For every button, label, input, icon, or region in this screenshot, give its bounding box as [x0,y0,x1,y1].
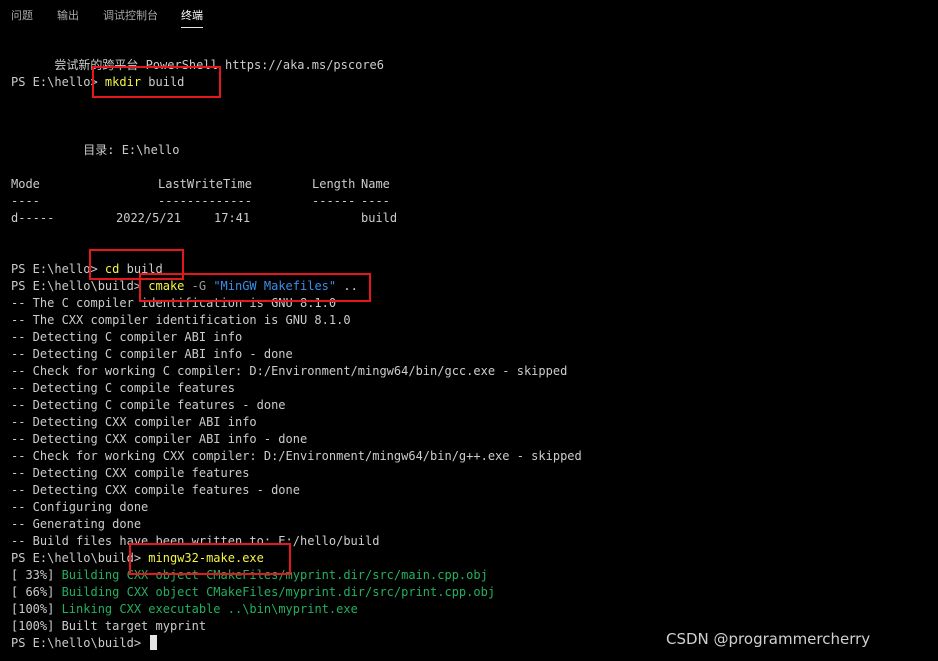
table-cell-mode: ---- [11,194,40,208]
output-line: -- Generating done [11,517,142,531]
table-cell-name: build [361,211,398,225]
table-cell-date: 2022/5/21 [116,211,182,225]
prompt: PS E:\hello\build> [11,279,149,293]
output-line: -- Detecting CXX compile features [11,466,250,480]
prompt: PS E:\hello> [11,262,105,276]
build-message: Building CXX object CMakeFiles/myprint.d… [61,585,496,599]
panel-tab-bar: 问题 输出 调试控制台 终端 [0,0,938,32]
table-separator-row: ---- ------------- ------ ---- [11,193,431,210]
command-name: cd [104,262,120,276]
build-percent: [ 33%] [11,568,62,582]
build-percent: [100%] [11,619,62,633]
output-line: -- Detecting C compile features - done [11,398,286,412]
tab-terminal[interactable]: 终端 [181,9,203,28]
command-arg: build [119,262,163,276]
table-cell-len: ------ [312,194,356,208]
prompt: PS E:\hello\build> [11,551,149,565]
table-cell-lwt: ------------- [158,194,252,208]
tab-debug-console[interactable]: 调试控制台 [103,9,158,23]
output-line: -- Detecting CXX compiler ABI info - don… [11,432,308,446]
tab-problems[interactable]: 问题 [11,9,33,23]
table-row: d----- 2022/5/21 17:41 build [11,210,431,227]
command-arg: .. [336,279,358,293]
table-cell-time: 17:41 [214,211,251,225]
mkdir-command-line: PS E:\hello> mkdir build [11,74,184,91]
output-line: -- Check for working C compiler: D:/Envi… [11,364,568,378]
text-cursor [150,635,158,650]
output-line: -- Build files have been written to: E:/… [11,534,380,548]
build-message: Building CXX object CMakeFiles/myprint.d… [61,568,488,582]
output-line: -- Detecting C compiler ABI info [11,330,243,344]
output-line: -- Detecting CXX compile features - done [11,483,300,497]
table-cell-mode: Mode [11,177,40,191]
table-cell-name: ---- [361,194,390,208]
terminal-output[interactable]: 尝试新的跨平台 PowerShell https://aka.ms/pscore… [0,36,938,661]
prompt: PS E:\hello> [11,75,105,89]
table-cell-len: Length [312,177,356,191]
output-line: -- Detecting C compiler ABI info - done [11,347,293,361]
build-line: [ 66%] Building CXX object CMakeFiles/my… [11,584,495,601]
build-percent: [100%] [11,602,62,616]
make-command-line: PS E:\hello\build> mingw32-make.exe [11,550,264,567]
table-cell-name: Name [361,177,390,191]
build-line: [ 33%] Building CXX object CMakeFiles/my… [11,567,488,584]
final-prompt-line: PS E:\hello\build> [11,635,158,652]
directory-label: 目录: E:\hello [54,143,180,157]
command-name: mkdir [104,75,142,89]
command-arg: build [141,75,185,89]
cd-command-line: PS E:\hello> cd build [11,261,163,278]
banner-text: 尝试新的跨平台 PowerShell https://aka.ms/pscore… [54,58,384,72]
watermark: CSDN @programmercherry [666,630,871,648]
table-cell-mode: d----- [11,211,55,225]
command-flag: -G [184,279,214,293]
output-line: -- The CXX compiler identification is GN… [11,313,351,327]
build-line: [100%] Linking CXX executable ..\bin\myp… [11,601,358,618]
build-message: Linking CXX executable ..\bin\myprint.ex… [61,602,358,616]
table-cell-lwt: LastWriteTime [158,177,252,191]
prompt: PS E:\hello\build> [11,636,149,650]
command-name: mingw32-make.exe [148,551,264,565]
output-line: -- Detecting C compile features [11,381,235,395]
build-line: [100%] Built target myprint [11,618,206,635]
vscode-terminal-panel: 问题 输出 调试控制台 终端 尝试新的跨平台 PowerShell https:… [0,0,938,661]
output-line: -- Detecting CXX compiler ABI info [11,415,257,429]
command-string-arg: "MinGW Makefiles" [213,279,337,293]
command-name: cmake [148,279,185,293]
tab-output[interactable]: 输出 [57,9,79,23]
directory-header: 目录: E:\hello [11,125,179,157]
output-line: -- Configuring done [11,500,149,514]
table-header-row: Mode LastWriteTime Length Name [11,176,431,193]
build-percent: [ 66%] [11,585,62,599]
banner-line: 尝试新的跨平台 PowerShell https://aka.ms/pscore… [11,40,384,72]
output-line: -- The C compiler identification is GNU … [11,296,337,310]
build-message: Built target myprint [61,619,207,633]
cmake-command-line: PS E:\hello\build> cmake -G "MinGW Makef… [11,278,358,295]
output-line: -- Check for working CXX compiler: D:/En… [11,449,582,463]
